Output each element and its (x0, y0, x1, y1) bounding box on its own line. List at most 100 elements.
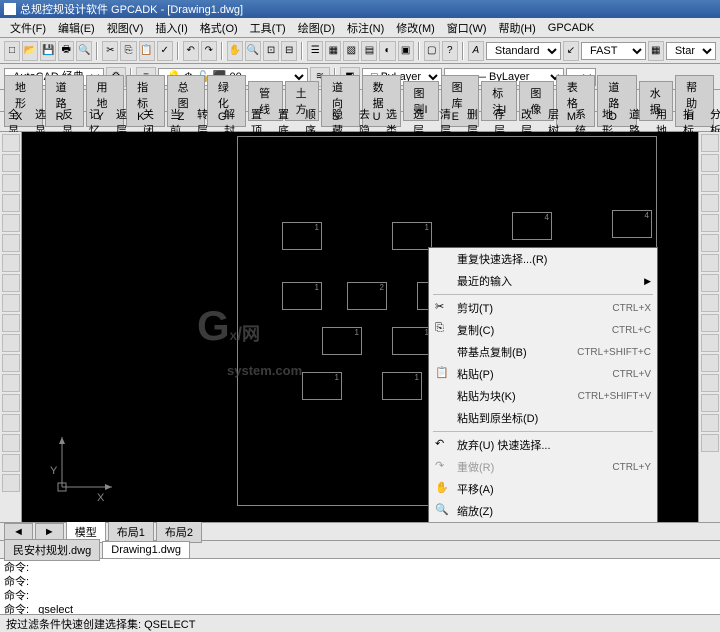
table-style-combo[interactable]: Standar (666, 42, 716, 60)
dim-style-combo[interactable]: FAST (581, 42, 646, 60)
context-menu-item[interactable]: 粘贴为块(K)CTRL+SHIFT+V (429, 385, 657, 407)
file-tab[interactable]: Drawing1.dwg (102, 541, 190, 559)
file-tab[interactable]: 民安村规划.dwg (4, 539, 100, 561)
context-menu-item[interactable]: 带基点复制(B)CTRL+SHIFT+C (429, 341, 657, 363)
table-style-icon[interactable]: ▦ (648, 41, 664, 61)
context-menu-item[interactable]: 粘贴到原坐标(D) (429, 407, 657, 429)
drawing-canvas[interactable]: 1 1 4 4 1 2 2 1 1 1 1 GX/网 system.com Y … (22, 132, 698, 522)
pline-icon[interactable] (2, 174, 20, 192)
rect-shape[interactable]: 1 (392, 327, 432, 355)
explode-icon[interactable] (701, 434, 719, 452)
stretch-icon[interactable] (701, 294, 719, 312)
offset-icon[interactable] (701, 194, 719, 212)
save-icon[interactable]: 💾 (40, 41, 56, 61)
pan-icon[interactable]: ✋ (227, 41, 243, 61)
join-icon[interactable] (701, 374, 719, 392)
array-icon[interactable] (701, 214, 719, 232)
preview-icon[interactable]: 🔍 (76, 41, 92, 61)
menu-item[interactable]: 标注(N) (341, 18, 390, 38)
menu-item[interactable]: 格式(O) (194, 18, 244, 38)
mtext-icon[interactable] (2, 474, 20, 492)
ellipse-icon[interactable] (2, 314, 20, 332)
line-icon[interactable] (2, 134, 20, 152)
calc-icon[interactable]: ▣ (398, 41, 414, 61)
context-menu-item[interactable]: ↷重做(R)CTRL+Y (429, 456, 657, 478)
menu-item[interactable]: 绘图(D) (292, 18, 341, 38)
tool-palette-icon[interactable]: ▧ (343, 41, 359, 61)
polygon-icon[interactable] (2, 194, 20, 212)
context-menu-item[interactable]: ✂剪切(T)CTRL+X (429, 297, 657, 319)
rect-shape[interactable]: 4 (512, 212, 552, 240)
rect-shape[interactable]: 1 (382, 372, 422, 400)
insert-icon[interactable] (2, 334, 20, 352)
markup-icon[interactable]: ◐ (379, 41, 395, 61)
rect-shape[interactable]: 1 (392, 222, 432, 250)
revcloud-icon[interactable] (2, 274, 20, 292)
arc-icon[interactable] (2, 234, 20, 252)
menu-item[interactable]: GPCADK (542, 20, 600, 36)
context-menu-item[interactable]: 📋粘贴(P)CTRL+V (429, 363, 657, 385)
menu-item[interactable]: 工具(T) (244, 18, 292, 38)
zoom-window-icon[interactable]: ⊡ (263, 41, 279, 61)
context-menu-item[interactable]: 最近的输入▶ (429, 270, 657, 292)
menu-item[interactable]: 修改(M) (390, 18, 441, 38)
region-icon[interactable] (2, 434, 20, 452)
context-menu-item[interactable]: 重复快速选择...(R) (429, 248, 657, 270)
extend-icon[interactable] (701, 334, 719, 352)
table-icon[interactable] (2, 454, 20, 472)
layout-tab[interactable]: 布局2 (156, 521, 202, 543)
copy-obj-icon[interactable] (701, 154, 719, 172)
context-menu-item[interactable]: 🔍缩放(Z) (429, 500, 657, 522)
fillet-icon[interactable] (701, 414, 719, 432)
rect-shape[interactable]: 2 (347, 282, 387, 310)
scale-icon[interactable] (701, 274, 719, 292)
rect-shape[interactable]: 4 (612, 210, 652, 238)
menu-item[interactable]: 编辑(E) (52, 18, 101, 38)
cut-icon[interactable]: ✂ (102, 41, 118, 61)
erase-icon[interactable] (701, 134, 719, 152)
context-menu-item[interactable]: ⎘复制(C)CTRL+C (429, 319, 657, 341)
new-icon[interactable]: □ (4, 41, 20, 61)
dim-style-icon[interactable]: ↙ (563, 41, 579, 61)
sheet-set-icon[interactable]: ▤ (361, 41, 377, 61)
spline-icon[interactable] (2, 294, 20, 312)
undo-icon[interactable]: ↶ (183, 41, 199, 61)
break-icon[interactable] (701, 354, 719, 372)
zoom-icon[interactable]: 🔍 (245, 41, 261, 61)
rotate-icon[interactable] (701, 254, 719, 272)
context-menu-item[interactable]: ↶放弃(U) 快速选择... (429, 434, 657, 456)
block-make-icon[interactable] (2, 354, 20, 372)
zoom-prev-icon[interactable]: ⊟ (281, 41, 297, 61)
print-icon[interactable]: 🖶 (58, 41, 74, 61)
open-icon[interactable]: 📂 (22, 41, 38, 61)
menu-item[interactable]: 插入(I) (149, 18, 193, 38)
rectangle-icon[interactable] (2, 214, 20, 232)
trim-icon[interactable] (701, 314, 719, 332)
rect-shape[interactable]: 1 (282, 222, 322, 250)
rect-shape[interactable]: 1 (302, 372, 342, 400)
point-icon[interactable] (2, 374, 20, 392)
paste-icon[interactable]: 📋 (139, 41, 155, 61)
circle-icon[interactable] (2, 254, 20, 272)
xline-icon[interactable] (2, 154, 20, 172)
move-icon[interactable] (701, 234, 719, 252)
block-icon[interactable]: ▢ (424, 41, 440, 61)
rect-shape[interactable]: 1 (322, 327, 362, 355)
menu-item[interactable]: 文件(F) (4, 18, 52, 38)
hatch-icon[interactable] (2, 394, 20, 412)
layout-tab[interactable]: 布局1 (108, 521, 154, 543)
gradient-icon[interactable] (2, 414, 20, 432)
menu-item[interactable]: 帮助(H) (493, 18, 542, 38)
command-line[interactable]: 命令:命令:命令:命令: _qselect命令: (0, 558, 720, 614)
match-icon[interactable]: ✓ (157, 41, 173, 61)
properties-icon[interactable]: ☰ (307, 41, 323, 61)
redo-icon[interactable]: ↷ (201, 41, 217, 61)
menu-item[interactable]: 窗口(W) (441, 18, 493, 38)
menu-item[interactable]: 视图(V) (101, 18, 150, 38)
chamfer-icon[interactable] (701, 394, 719, 412)
design-center-icon[interactable]: ▦ (325, 41, 341, 61)
text-style-icon[interactable]: A (468, 41, 484, 61)
text-style-combo[interactable]: Standard (486, 42, 561, 60)
copy-icon[interactable]: ⎘ (120, 41, 136, 61)
mirror-icon[interactable] (701, 174, 719, 192)
